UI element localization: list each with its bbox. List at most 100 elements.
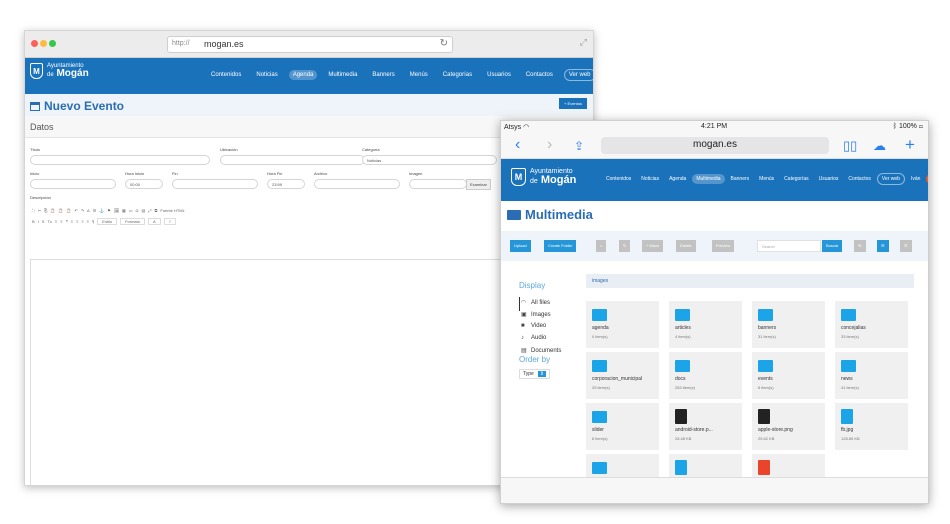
editor-tool-13-icon[interactable]: ▦ bbox=[122, 208, 126, 213]
minimize-window-button[interactable] bbox=[40, 40, 47, 47]
folder-tile[interactable]: articles 4 item(s) bbox=[669, 301, 742, 348]
examinar-button[interactable]: Examinar bbox=[466, 179, 491, 190]
source-html-button[interactable]: Fuente HTML bbox=[160, 208, 184, 213]
editor-tool-4-icon[interactable]: ≡ bbox=[55, 219, 57, 224]
tablet-nav-menus[interactable]: Menús bbox=[755, 174, 778, 184]
tablet-nav-usuarios[interactable]: Usuarios bbox=[815, 174, 843, 184]
editor-tool-2-icon[interactable]: S bbox=[42, 219, 45, 224]
tablet-ver-web-link[interactable]: Ver web bbox=[876, 173, 905, 185]
tablet-nav-multimedia[interactable]: Multimedia bbox=[692, 174, 725, 184]
editor-tool-14-icon[interactable]: ▭ bbox=[129, 208, 133, 213]
editor-tool-12-icon[interactable]: 🖼 bbox=[114, 208, 119, 213]
editor-tool-8-icon[interactable]: A bbox=[87, 208, 90, 213]
preview-button[interactable]: Preview bbox=[712, 240, 735, 252]
folder-tile[interactable]: concejalias 33 item(s) bbox=[835, 301, 908, 348]
desktop-nav-banners[interactable]: Banners bbox=[368, 70, 398, 80]
view-grid-button[interactable]: ☰ bbox=[877, 240, 889, 252]
file-tile[interactable]: android-store.p... 28.48 KB bbox=[669, 403, 742, 450]
tablet-nav-categorias[interactable]: Categorías bbox=[780, 174, 812, 184]
help-button[interactable]: ? bbox=[163, 217, 176, 225]
upload-button[interactable]: Upload bbox=[510, 240, 531, 252]
order-type-select[interactable]: Type ⇕ bbox=[519, 369, 551, 379]
tablet-address-bar[interactable]: mogan.es bbox=[601, 137, 829, 154]
titulo-input[interactable] bbox=[30, 155, 210, 165]
file-tile[interactable]: fb.jpg 128.85 KB bbox=[835, 403, 908, 450]
add-evento-button[interactable]: + Eventos bbox=[559, 98, 587, 109]
desktop-nav-contactos[interactable]: Contactos bbox=[522, 70, 557, 80]
editor-tool-11-icon[interactable]: ¶ bbox=[92, 219, 94, 224]
editor-tool-6-icon[interactable]: ❝ bbox=[66, 219, 68, 224]
filter-images[interactable]: ▣ Images bbox=[521, 311, 551, 318]
format-select[interactable]: Formato bbox=[120, 217, 145, 225]
delete-button[interactable]: Delete bbox=[676, 240, 696, 252]
tablet-nav-agenda[interactable]: Agenda bbox=[665, 174, 690, 184]
text-color-button[interactable]: A bbox=[147, 217, 161, 225]
tablet-nav-contenidos[interactable]: Contenidos bbox=[602, 174, 635, 184]
new-tab-icon[interactable]: + bbox=[905, 135, 915, 155]
desktop-nav-usuarios[interactable]: Usuarios bbox=[483, 70, 515, 80]
editor-tool-10-icon[interactable]: ⚓ bbox=[99, 208, 104, 213]
editor-tool-10-icon[interactable]: ≡ bbox=[87, 219, 89, 224]
folder-tile[interactable]: corporacion_municipal 25 item(s) bbox=[586, 352, 659, 399]
buscar-button[interactable]: Buscar bbox=[822, 240, 843, 252]
folder-tile[interactable]: news 41 item(s) bbox=[835, 352, 908, 399]
editor-tool-3-icon[interactable]: Tx bbox=[47, 219, 51, 224]
editor-tool-4-icon[interactable]: 📋 bbox=[58, 208, 63, 213]
editor-tool-18-icon[interactable]: ⧉ bbox=[155, 208, 158, 213]
back-icon[interactable]: ‹ bbox=[515, 136, 520, 154]
move-button[interactable]: + Move bbox=[642, 240, 664, 252]
folder-tile[interactable]: events 6 item(s) bbox=[752, 352, 825, 399]
imagen-input[interactable] bbox=[409, 179, 467, 189]
desktop-nav-categorias[interactable]: Categorías bbox=[439, 70, 476, 80]
create-folder-button[interactable]: Create Folder bbox=[544, 240, 577, 252]
folder-tile[interactable]: banners 31 item(s) bbox=[752, 301, 825, 348]
close-window-button[interactable] bbox=[31, 40, 38, 47]
editor-tool-2-icon[interactable]: ⎘ bbox=[44, 208, 47, 213]
editor-tool-0-icon[interactable]: B bbox=[32, 219, 35, 224]
desktop-nav-noticias[interactable]: Noticias bbox=[252, 70, 281, 80]
tablet-user-name[interactable]: Iván bbox=[907, 174, 924, 184]
categoria-select[interactable]: Noticias bbox=[362, 155, 497, 165]
editor-tool-1-icon[interactable]: I bbox=[38, 219, 39, 224]
style-select[interactable]: Estilo bbox=[97, 217, 118, 225]
view-other-button[interactable]: ☰ bbox=[900, 240, 912, 252]
bookmarks-icon[interactable]: ▯▯ bbox=[843, 138, 857, 154]
refresh-button[interactable]: ↻ bbox=[619, 240, 631, 252]
maximize-window-button[interactable] bbox=[49, 40, 56, 47]
breadcrumb[interactable]: images bbox=[586, 274, 914, 288]
tablet-nav-noticias[interactable]: Noticias bbox=[637, 174, 663, 184]
address-bar[interactable]: http:// mogan.es ↻ bbox=[167, 36, 453, 53]
editor-tool-9-icon[interactable]: ≡ bbox=[81, 219, 83, 224]
editor-tool-11-icon[interactable]: ⚑ bbox=[107, 208, 111, 213]
home-button[interactable]: ⌂ bbox=[596, 240, 607, 252]
editor-tool-5-icon[interactable]: 📋 bbox=[66, 208, 71, 213]
desktop-ver-web-link[interactable]: Ver web bbox=[563, 69, 593, 81]
filter-video[interactable]: ■ Video bbox=[521, 323, 546, 329]
editor-tool-7-icon[interactable]: ↷ bbox=[81, 208, 84, 213]
editor-tool-16-icon[interactable]: ▤ bbox=[142, 208, 146, 213]
ubicacion-input[interactable] bbox=[220, 155, 365, 165]
editor-tool-1-icon[interactable]: ✂ bbox=[38, 208, 41, 213]
desktop-nav-contenidos[interactable]: Contenidos bbox=[207, 70, 245, 80]
tablet-nav-banners[interactable]: Banners bbox=[727, 174, 754, 184]
editor-tool-3-icon[interactable]: 📋 bbox=[50, 208, 55, 213]
editor-tool-8-icon[interactable]: ≡ bbox=[76, 219, 78, 224]
hora-fin-input[interactable]: 23:59 bbox=[267, 179, 305, 189]
inicio-input[interactable] bbox=[30, 179, 116, 189]
editor-tool-17-icon[interactable]: ⤢ bbox=[148, 208, 151, 213]
desktop-nav-multimedia[interactable]: Multimedia bbox=[324, 70, 361, 80]
filter-documents[interactable]: ▤ Documents bbox=[521, 347, 561, 354]
view-list-button[interactable]: ☰ bbox=[854, 240, 866, 252]
fin-input[interactable] bbox=[172, 179, 258, 189]
editor-tool-7-icon[interactable]: ≡ bbox=[71, 219, 73, 224]
tablet-logout-button[interactable]: Logout bbox=[926, 174, 928, 184]
share-icon[interactable]: ⇪ bbox=[574, 139, 584, 153]
folder-tile[interactable]: agenda 0 item(s) bbox=[586, 301, 659, 348]
hora-inicio-input[interactable]: 00:00 bbox=[125, 179, 163, 189]
expand-icon[interactable]: ⤢ bbox=[580, 37, 587, 48]
desktop-nav-menus[interactable]: Menús bbox=[406, 70, 432, 80]
forward-icon[interactable]: › bbox=[547, 136, 552, 154]
folder-tile[interactable]: docs 283 item(s) bbox=[669, 352, 742, 399]
archivo-input[interactable] bbox=[314, 179, 400, 189]
desktop-nav-agenda[interactable]: Agenda bbox=[288, 70, 318, 80]
